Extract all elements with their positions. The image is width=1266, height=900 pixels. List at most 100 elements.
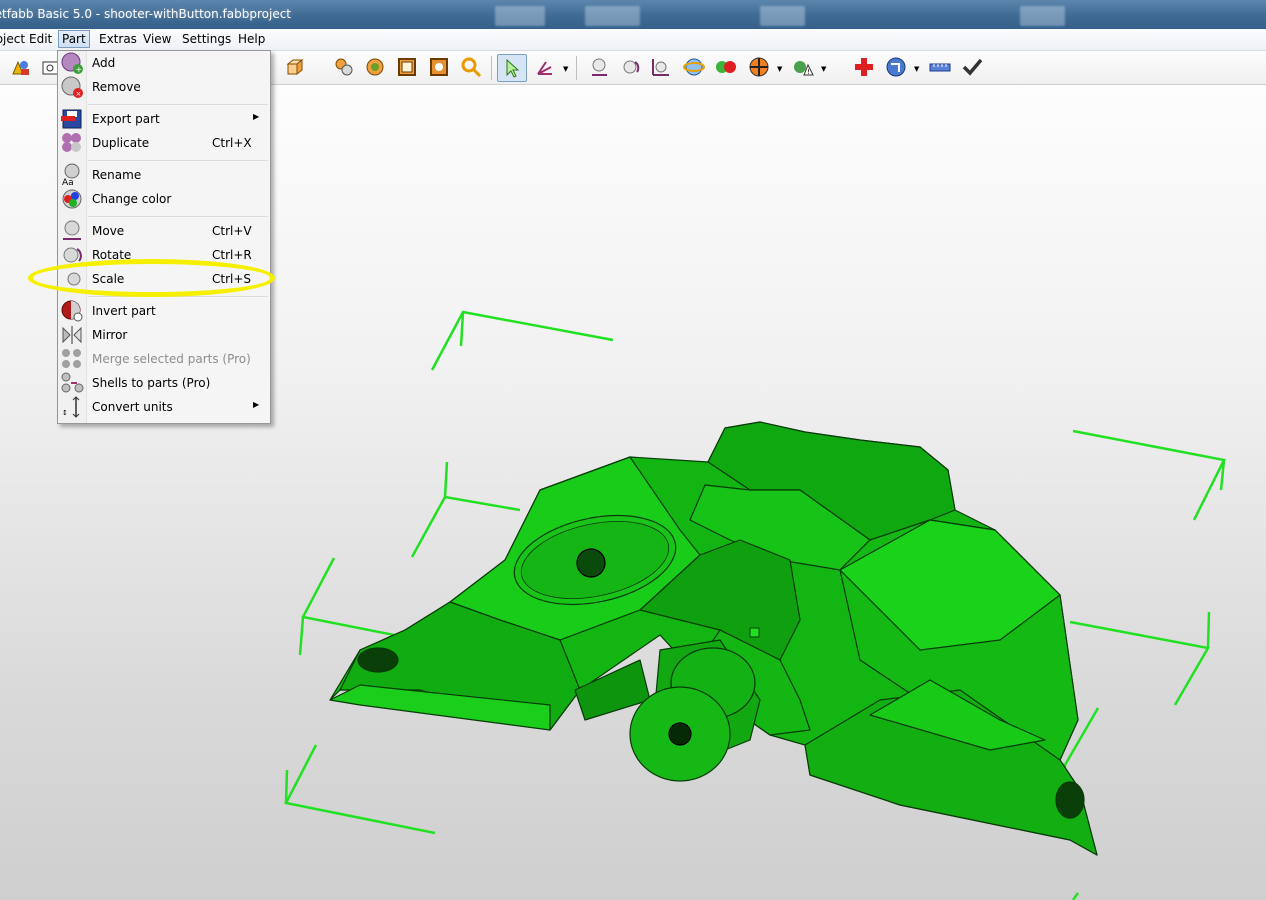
cursor-icon [506,58,520,78]
menu-view[interactable]: View [143,32,171,46]
menu-item-shortcut: Ctrl+X [212,136,252,150]
chevron-down-icon[interactable]: ▼ [821,65,826,73]
menu-project[interactable]: Project [0,32,25,46]
shapes-icon [12,60,29,75]
merge-icon [62,349,81,368]
chevron-down-icon[interactable]: ▼ [563,65,568,73]
duplicate-icon [62,133,81,152]
menu-item-label: Remove [92,80,141,94]
svg-text:×: × [76,90,82,98]
menu-item-mirror[interactable]: Mirror [58,324,270,346]
rotate-icon [63,247,82,263]
part-menu-dropdown: + Add × Remove Export part ▶ Duplicate C… [57,50,271,424]
render-solid-button[interactable] [428,56,450,78]
menu-item-duplicate[interactable]: Duplicate Ctrl+X [58,132,270,154]
menu-item-label: Merge selected parts (Pro) [92,352,251,366]
repair-icon [886,57,906,77]
rotate-sphere-icon [623,60,640,74]
menu-item-label: Mirror [92,328,128,342]
menu-item-shortcut: Ctrl+R [212,248,252,262]
ruler-icon [929,63,951,72]
remove-icon: × [61,76,83,98]
menu-settings[interactable]: Settings [182,32,231,46]
chevron-down-icon[interactable]: ▼ [914,65,919,73]
menu-item-remove[interactable]: × Remove [58,76,270,98]
menu-separator [88,216,268,217]
menu-separator [88,104,268,105]
convert-units-icon: ↕ [62,396,80,418]
globe-icon [683,58,705,76]
svg-text:+: + [76,65,83,74]
menu-item-merge-selected-parts: Merge selected parts (Pro) [58,348,270,370]
cube-view-button[interactable] [284,56,306,78]
submenu-arrow-icon: ▶ [253,112,260,121]
title-bar: netfabb Basic 5.0 - shooter-withButton.f… [0,0,1266,29]
shells-icon [61,372,84,393]
menu-bar: Project Edit Part Extras View Settings H… [0,29,1266,51]
apply-button[interactable] [961,56,983,78]
mirror-part-button[interactable] [683,56,705,78]
menu-item-rotate[interactable]: Rotate Ctrl+R [58,244,270,266]
move-part-button[interactable] [588,56,610,78]
toolbar-separator [491,56,492,80]
menu-item-change-color[interactable]: Change color [58,188,270,210]
menu-item-label: Duplicate [92,136,150,150]
menu-item-label: Export part [92,112,160,126]
svg-text:↕: ↕ [62,409,68,417]
repair-button[interactable] [885,56,907,78]
menu-item-convert-units[interactable]: ↕ Convert units ▶ [58,396,270,418]
toolbar-separator [576,56,577,80]
change-color-icon [62,189,82,209]
warning-icon: ! [794,61,814,76]
wire-box-icon [398,58,416,76]
ruler-button[interactable] [929,56,951,78]
menu-separator [88,160,268,161]
svg-text:Aa: Aa [62,178,74,187]
menu-item-rename[interactable]: Aa Rename [58,163,270,187]
menu-item-shortcut: Ctrl+V [212,224,252,238]
measure-button[interactable]: ! [792,56,814,78]
mirror-icon [62,326,82,344]
add-part-button[interactable] [853,56,875,78]
menu-edit[interactable]: Edit [29,32,52,46]
scale-part-button[interactable] [650,56,672,78]
menu-item-invert-part[interactable]: Invert part [58,300,270,322]
menu-item-export-part[interactable]: Export part ▶ [58,108,270,130]
menu-item-label: Add [92,56,116,70]
menu-item-scale[interactable]: Scale Ctrl+S [58,268,270,290]
menu-separator [88,296,268,297]
select-mode-button[interactable] [497,54,527,82]
magnifier-icon [461,57,482,78]
cut-part-button[interactable] [748,56,770,78]
menu-item-add[interactable]: + Add [58,52,270,74]
render-wire-button[interactable] [396,56,418,78]
menu-item-label: Rename [92,168,142,182]
rotate-part-button[interactable] [620,56,642,78]
zoom-button[interactable] [460,56,482,78]
menu-item-label: Move [92,224,125,238]
menu-item-label: Convert units [92,400,173,414]
render-triangles-button[interactable] [364,56,386,78]
colored-spheres-icon [366,58,384,76]
menu-extras[interactable]: Extras [99,32,137,46]
menu-item-label: Shells to parts (Pro) [92,376,211,390]
menu-item-shells-to-parts[interactable]: Shells to parts (Pro) [58,372,270,394]
add-icon: + [61,52,83,74]
color-part-button[interactable] [715,56,737,78]
chevron-down-icon[interactable]: ▼ [777,65,782,73]
export-icon [61,109,82,129]
coordinate-system-button[interactable] [534,56,556,78]
menu-item-label: Rotate [92,248,132,262]
rename-icon: Aa [62,163,80,187]
menu-part[interactable]: Part [58,30,90,48]
menu-item-label: Scale [92,272,125,286]
menu-item-label: Invert part [92,304,156,318]
submenu-arrow-icon: ▶ [253,400,260,409]
menu-item-label: Change color [92,192,172,206]
new-project-button[interactable] [9,56,31,78]
cut-sphere-icon [749,57,769,77]
menu-item-move[interactable]: Move Ctrl+V [58,220,270,242]
menu-help[interactable]: Help [238,32,265,46]
color-balls-icon [716,61,736,73]
render-parts-button[interactable] [333,56,355,78]
